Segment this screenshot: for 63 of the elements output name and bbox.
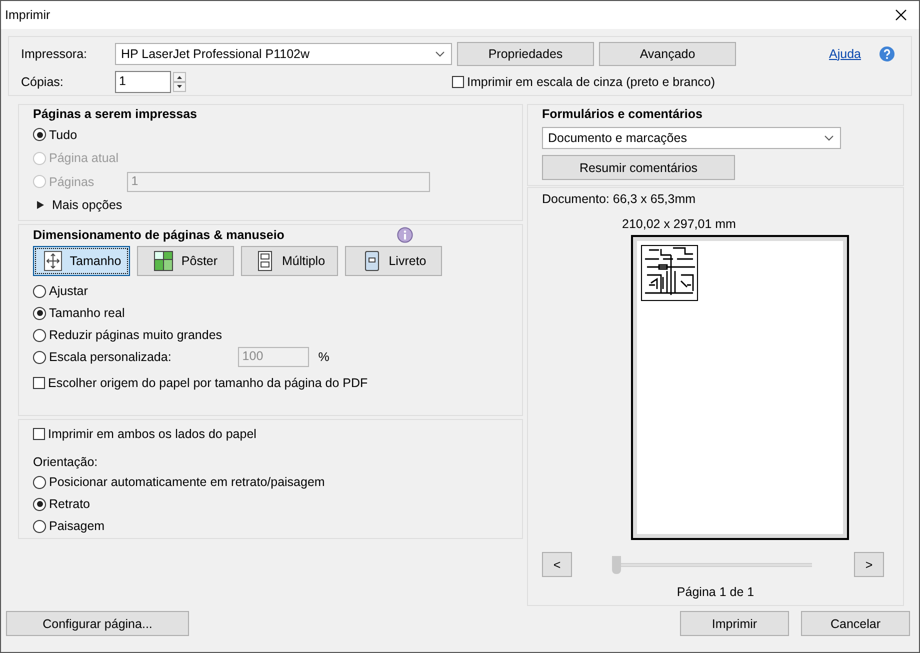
next-page-button[interactable]: >	[854, 552, 884, 577]
sizing-option-label: Tamanho real	[49, 306, 125, 320]
sizing-option-label: Reduzir páginas muito grandes	[49, 328, 222, 342]
radio-button[interactable]	[33, 284, 46, 298]
duplex-label: Imprimir em ambos os lados do papel	[48, 427, 256, 441]
radio-button[interactable]	[33, 328, 46, 342]
help-link[interactable]: Ajuda	[829, 46, 861, 60]
resize-arrows-icon	[42, 250, 64, 272]
circuit-board-drawing	[641, 245, 698, 301]
paper-source-checkbox[interactable]	[33, 377, 45, 389]
sizing-title: Dimensionamento de páginas & manuseio	[33, 226, 284, 244]
forms-dropdown[interactable]: Documento e marcações	[542, 127, 841, 149]
printer-option-button[interactable]: Avançado	[599, 42, 736, 66]
slider-thumb[interactable]	[612, 556, 621, 574]
document-size: Documento: 66,3 x 65,3mm	[542, 192, 697, 208]
close-icon[interactable]	[895, 9, 907, 21]
paper-size: 210,02 x 297,01 mm	[622, 216, 737, 232]
window-title: Imprimir	[5, 8, 50, 22]
orientation-title: Orientação:	[33, 454, 99, 471]
orientation-option-label: Paisagem	[49, 519, 105, 533]
print-button[interactable]: Imprimir	[680, 611, 789, 636]
more-options-label[interactable]: Mais opções	[52, 198, 122, 212]
printer-dropdown[interactable]: HP LaserJet Professional P1102w	[115, 42, 452, 64]
page-indicator: Página 1 de 1	[676, 585, 756, 599]
orientation-option-label: Posicionar automaticamente em retrato/paisagem	[49, 475, 325, 489]
grayscale-label: Imprimir em escala de cinza (preto e branco)	[467, 74, 716, 88]
expand-triangle-icon[interactable]	[37, 201, 44, 210]
radio-button[interactable]	[33, 498, 46, 510]
sizing-option-label: Ajustar	[49, 284, 88, 298]
pages-title: Páginas a serem impressas	[33, 106, 198, 123]
forms-title: Formulários e comentários	[542, 106, 704, 123]
sizing-mode-button[interactable]: Tamanho	[33, 246, 130, 276]
page-setup-button[interactable]: Configurar página...	[6, 611, 189, 636]
printer-label: Impressora:	[21, 46, 88, 60]
radio-button[interactable]	[33, 306, 46, 320]
pages-option-label: Página atual	[49, 151, 119, 166]
duplex-checkbox[interactable]	[33, 428, 45, 440]
summarize-comments-button[interactable]: Resumir comentários	[542, 155, 735, 180]
pages-option-label: Tudo	[49, 128, 78, 142]
help-icon[interactable]	[879, 46, 895, 62]
printer-option-button[interactable]: Propriedades	[457, 42, 594, 66]
pages-option-label: Páginas	[49, 174, 94, 189]
radio-button[interactable]	[33, 520, 46, 532]
percent-unit: %	[318, 350, 330, 364]
grayscale-checkbox[interactable]	[452, 76, 464, 88]
info-icon[interactable]	[397, 227, 414, 243]
cancel-button[interactable]: Cancelar	[801, 611, 910, 636]
chevron-down-icon[interactable]	[435, 50, 445, 56]
tiles-icon	[153, 250, 176, 272]
chevron-down-icon[interactable]	[824, 135, 834, 141]
sizing-option-label: Escala personalizada:	[49, 350, 172, 364]
radio-button[interactable]	[33, 350, 46, 364]
orientation-option-label: Retrato	[49, 497, 90, 511]
copies-spinner[interactable]	[173, 72, 186, 92]
radio-button[interactable]	[33, 476, 46, 488]
sizing-mode-button[interactable]: Pôster	[137, 246, 234, 276]
sizing-mode-button[interactable]: Múltiplo	[241, 246, 338, 276]
copies-label: Cópias:	[21, 74, 64, 88]
previous-page-button[interactable]: <	[542, 552, 572, 577]
sizing-mode-button[interactable]: Livreto	[345, 246, 442, 276]
paper-source-label: Escolher origem do papel por tamanho da página do PDF	[48, 376, 368, 390]
copies-field[interactable]: 1	[115, 70, 171, 92]
radio-button[interactable]	[33, 128, 46, 142]
